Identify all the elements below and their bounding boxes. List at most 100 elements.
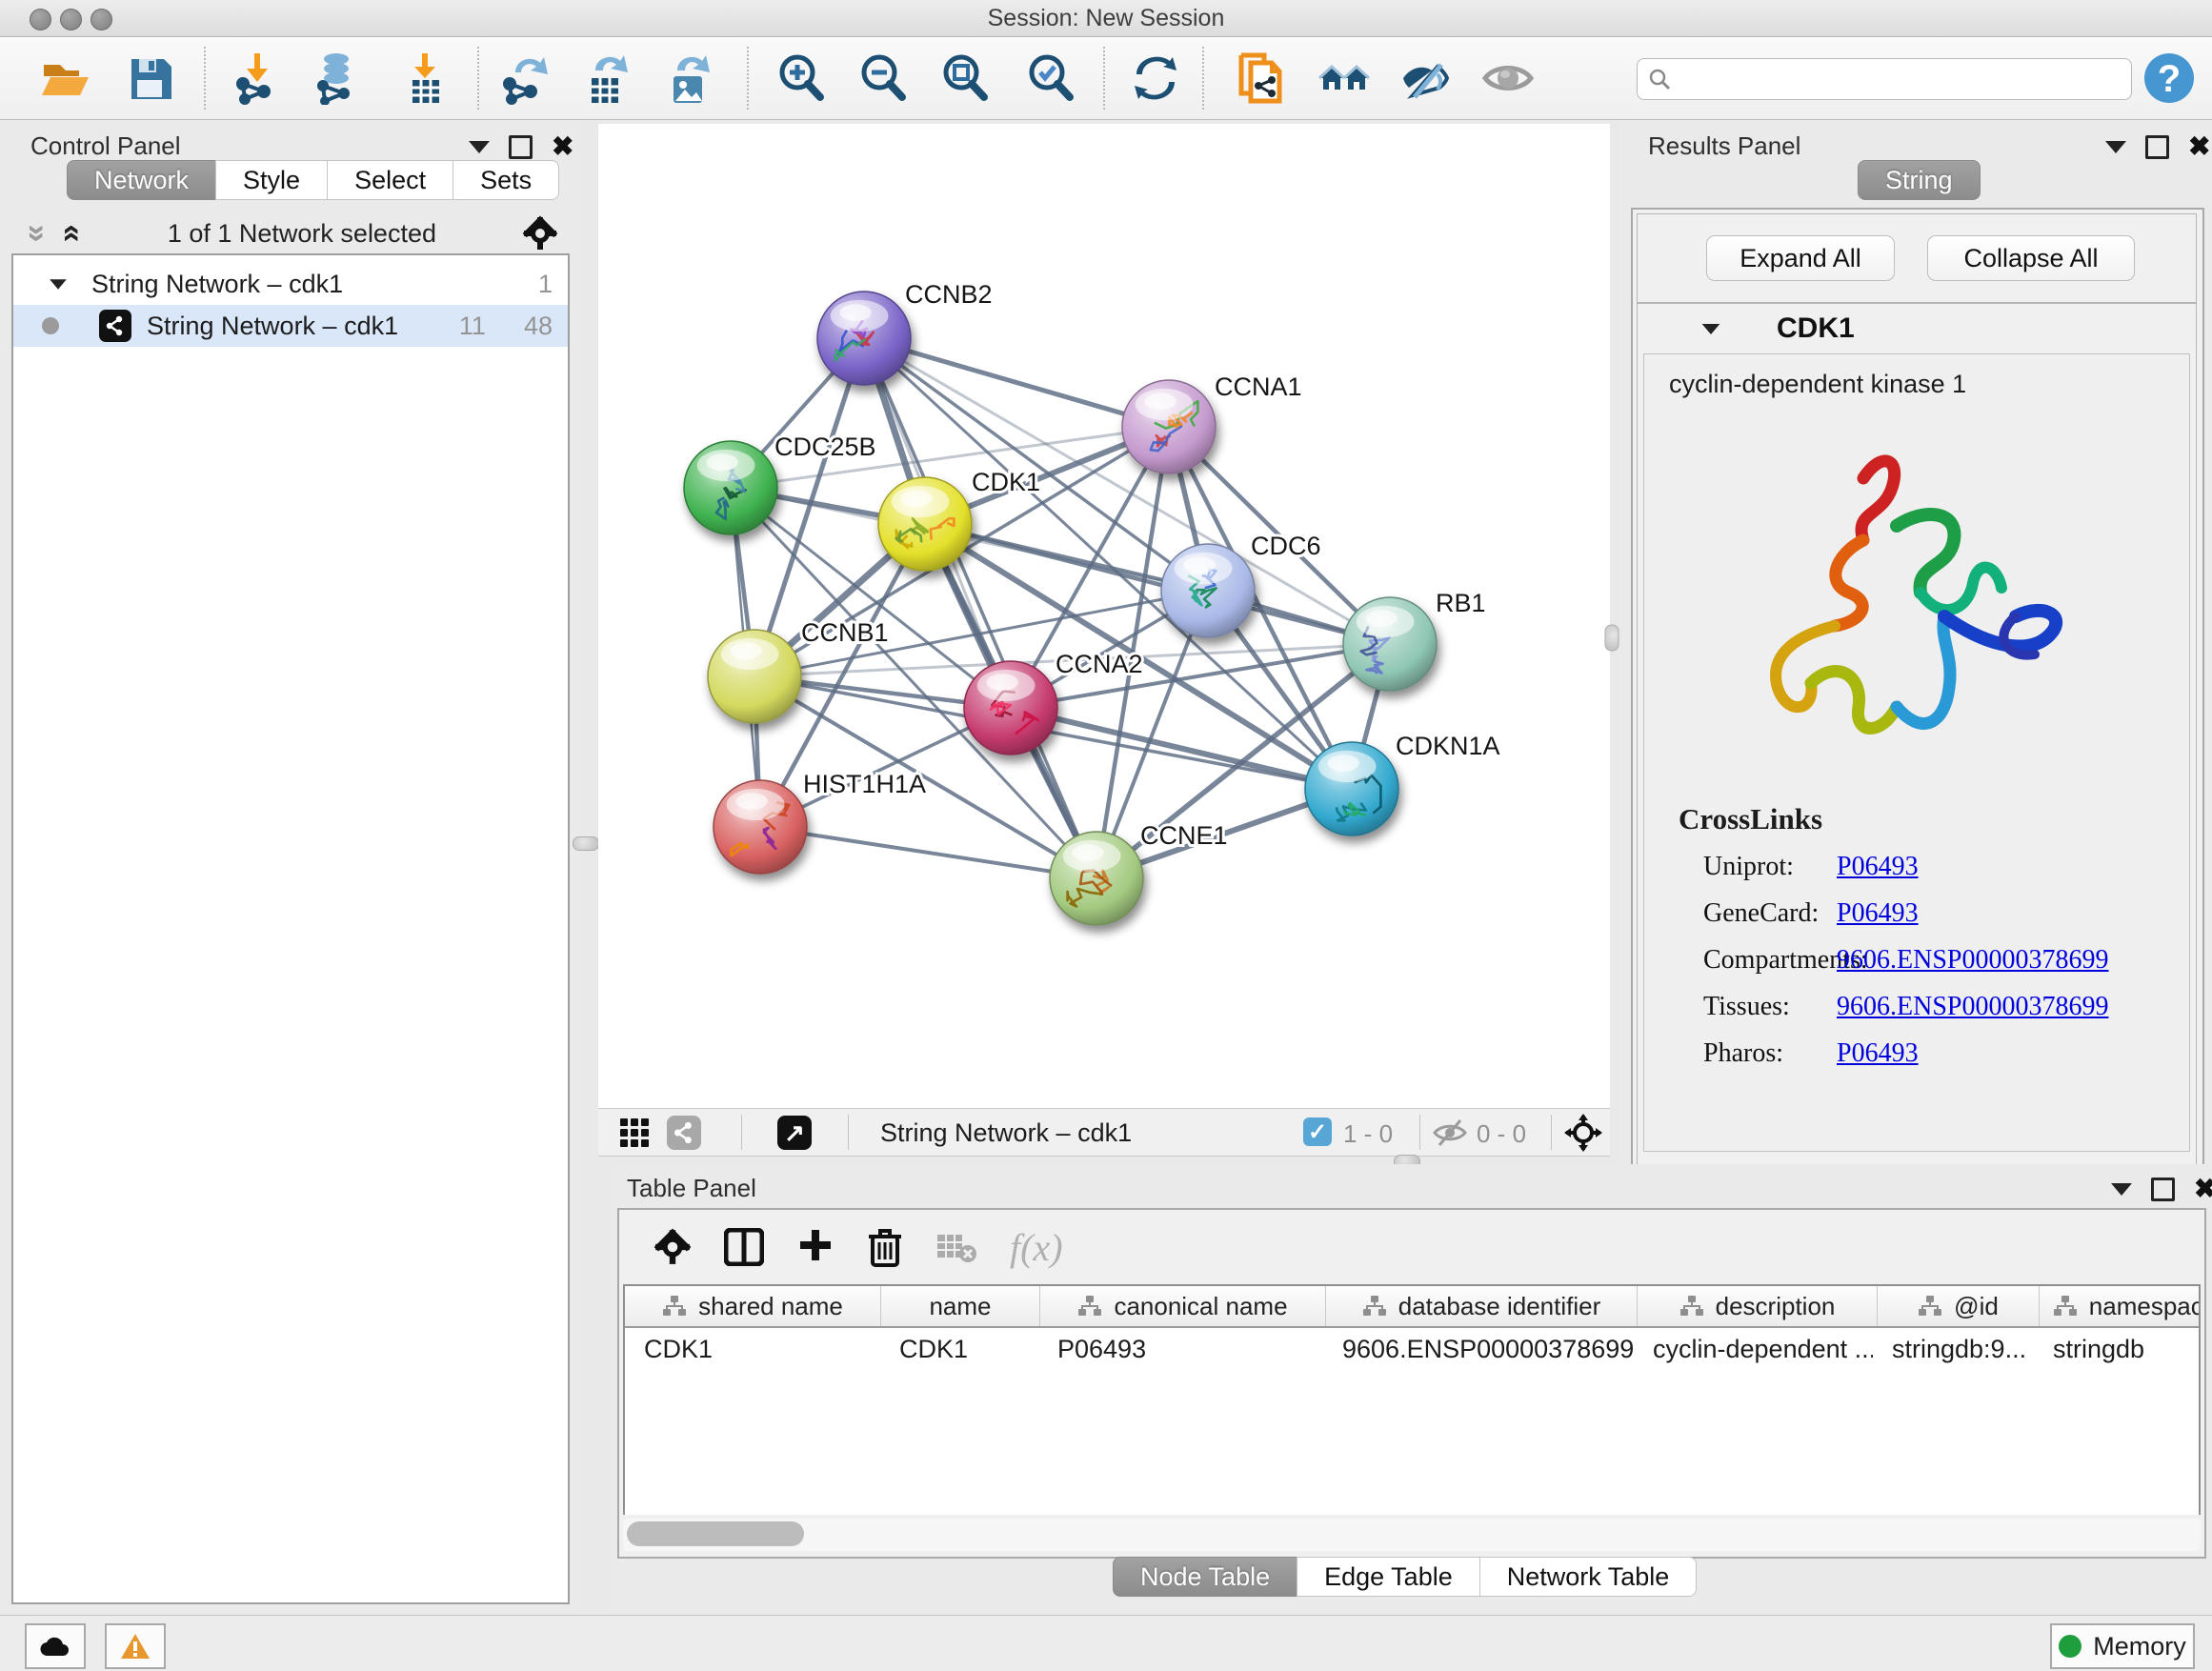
share-document-icon[interactable] [1235,50,1290,106]
network-canvas[interactable]: CCNB2CCNA1CDC25BCDK1CDC6RB1CCNB1CCNA2CDK… [598,124,1610,1108]
string-view-icon[interactable] [667,1116,701,1150]
zoom-fit-icon[interactable] [937,50,993,106]
table-cell[interactable]: P06493 [1038,1328,1323,1370]
node-CCNE1[interactable] [1050,832,1143,925]
table-cell[interactable]: cyclin-dependent ... [1634,1328,1873,1370]
float-panel-icon[interactable] [2145,135,2169,159]
home-icon[interactable] [1317,50,1372,106]
right-splitter-handle[interactable] [1605,625,1619,652]
zoom-selected-icon[interactable] [1023,50,1078,106]
cloud-status-button[interactable] [25,1623,86,1669]
float-panel-icon[interactable] [2151,1178,2175,1201]
close-panel-icon[interactable]: ✖ [2188,133,2210,160]
crosslink-link[interactable]: 9606.ENSP00000378699 [1837,945,2108,976]
network-options-gear-icon[interactable] [522,215,558,252]
table-hscrollbar[interactable] [623,1519,2201,1551]
help-icon[interactable]: ? [2142,50,2197,106]
close-panel-icon[interactable]: ✖ [2194,1176,2212,1202]
node-RB1[interactable] [1343,597,1437,691]
node-CCNA2[interactable] [964,661,1057,755]
show-columns-icon[interactable] [724,1228,764,1266]
export-image-icon[interactable] [661,50,716,106]
string-network-graph[interactable]: CCNB2CCNA1CDC25BCDK1CDC6RB1CCNB1CCNA2CDK… [598,124,1610,1108]
column-header-database-identifier[interactable]: database identifier [1326,1286,1638,1326]
network-collection-row[interactable]: String Network – cdk1 1 [13,263,568,305]
export-table-icon[interactable] [579,50,634,106]
expand-all-networks-icon[interactable]: » [21,225,53,243]
node-CCNB2[interactable] [817,292,911,385]
table-row[interactable]: CDK1CDK1P064939606.ENSP00000378699cyclin… [625,1328,2199,1370]
tab-network-table[interactable]: Network Table [1479,1557,1698,1597]
selected-checkbox-icon[interactable]: ✓ [1303,1117,1332,1146]
crosslink-link[interactable]: P06493 [1837,852,1919,882]
node-CDK1[interactable] [878,477,972,571]
close-panel-icon[interactable]: ✖ [552,133,573,160]
protein-results-scroll[interactable]: CDK1 cyclin-dependent kinase 1 [1637,303,2197,1170]
tab-edge-table[interactable]: Edge Table [1297,1557,1480,1597]
column-header-namespace[interactable]: namespace [2040,1286,2201,1326]
hscrollbar-thumb[interactable] [627,1521,804,1546]
add-column-icon[interactable] [796,1228,835,1266]
table-cell[interactable]: stringdb [2034,1328,2201,1370]
memory-button[interactable]: Memory [2050,1623,2195,1669]
fit-selected-icon[interactable] [1564,1114,1602,1157]
panel-menu-icon[interactable] [2111,1183,2132,1196]
hide-selected-icon[interactable] [1398,50,1454,106]
collection-label: String Network – cdk1 [91,270,538,299]
delete-column-icon[interactable] [867,1227,903,1267]
tab-string[interactable]: String [1858,160,1981,200]
table-cell[interactable]: stringdb:9... [1873,1328,2034,1370]
protein-section-header[interactable]: CDK1 [1638,304,2196,353]
tab-network[interactable]: Network [67,160,216,200]
collapse-collection-icon[interactable] [50,279,67,289]
import-database-icon[interactable] [311,50,366,106]
detach-view-icon[interactable]: ↗ [777,1116,812,1150]
show-selected-icon[interactable] [1480,50,1536,106]
export-network-icon[interactable] [497,50,553,106]
crosslink-link[interactable]: P06493 [1837,898,1919,929]
table-options-gear-icon[interactable] [654,1228,692,1266]
import-table-icon[interactable] [398,50,453,106]
node-CCNB1[interactable] [708,630,801,723]
open-session-icon[interactable] [37,50,92,106]
tab-node-table[interactable]: Node Table [1113,1557,1297,1597]
collapse-section-icon[interactable] [1702,323,1720,333]
save-session-icon[interactable] [123,50,178,106]
node-CDC6[interactable] [1161,544,1255,637]
node-CCNA1[interactable] [1122,380,1216,473]
float-panel-icon[interactable] [509,135,533,159]
refresh-icon[interactable] [1128,50,1183,106]
crosslink-link[interactable]: 9606.ENSP00000378699 [1837,992,2108,1022]
collapse-all-button[interactable]: Collapse All [1927,235,2135,281]
panel-menu-icon[interactable] [2105,141,2126,153]
crosslink-link[interactable]: P06493 [1837,1038,1919,1069]
import-network-icon[interactable] [231,50,286,106]
column-header-description[interactable]: description [1638,1286,1878,1326]
column-header-@id[interactable]: @id [1878,1286,2040,1326]
tab-style[interactable]: Style [215,160,328,200]
expand-all-button[interactable]: Expand All [1706,235,1895,281]
node-CDC25B[interactable] [684,441,777,534]
left-splitter-handle[interactable] [573,836,599,851]
edge-HIST1H1A-CCNE1[interactable] [760,827,1096,878]
panel-menu-icon[interactable] [469,141,490,153]
node-CDKN1A[interactable] [1305,742,1398,836]
zoom-in-icon[interactable] [774,50,829,106]
search-input[interactable] [1672,62,2122,96]
table-cell[interactable]: 9606.ENSP00000378699 [1323,1328,1634,1370]
tab-select[interactable]: Select [327,160,453,200]
tab-sets[interactable]: Sets [452,160,559,200]
collapse-all-networks-icon[interactable]: « [56,225,89,243]
column-header-shared-name[interactable]: shared name [625,1286,881,1326]
grid-view-icon[interactable] [619,1117,650,1153]
table-cell[interactable]: CDK1 [880,1328,1038,1370]
column-header-canonical-name[interactable]: canonical name [1040,1286,1326,1326]
network-row[interactable]: String Network – cdk1 11 48 [13,305,568,347]
node-HIST1H1A[interactable] [714,780,807,874]
table-cell[interactable]: CDK1 [625,1328,880,1370]
search-box[interactable] [1637,58,2132,100]
edge-CCNB2-CCNA1[interactable] [864,338,1169,427]
zoom-out-icon[interactable] [855,50,911,106]
column-header-name[interactable]: name [881,1286,1040,1326]
warning-status-button[interactable] [105,1623,166,1669]
